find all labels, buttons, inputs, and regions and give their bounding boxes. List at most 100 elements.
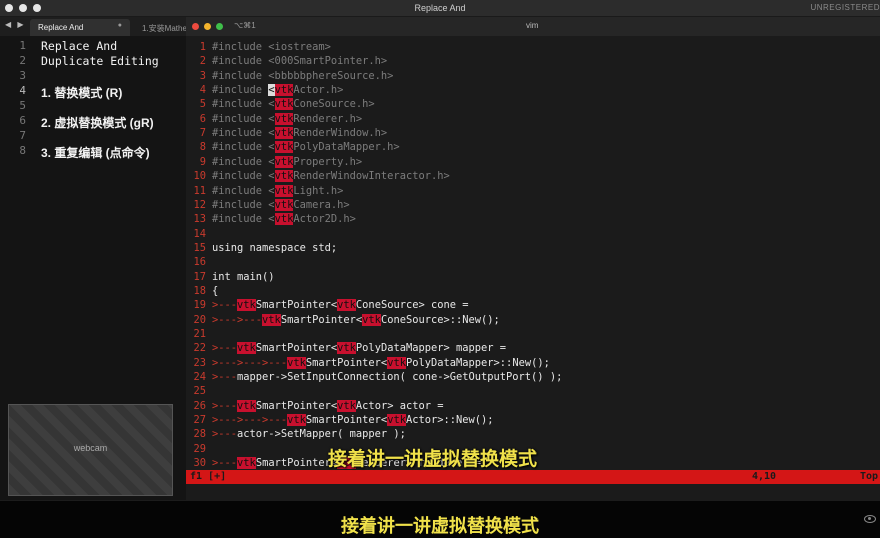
tab-replace-and[interactable]: Replace And ● [30, 19, 130, 36]
search-highlight: vtk [337, 342, 356, 355]
search-highlight: vtk [274, 184, 294, 197]
eye-icon[interactable] [864, 515, 876, 523]
code-token: #include < [212, 112, 275, 125]
notes-line-number: 1 [19, 39, 26, 52]
search-highlight: vtk [274, 84, 294, 97]
search-highlight: vtk [274, 155, 294, 168]
search-highlight: vtk [274, 141, 294, 154]
vim-window-title: vim [526, 21, 539, 30]
vim-minimize-button[interactable] [204, 23, 211, 30]
code-line-text: #include <vtkConeSource.h> [212, 98, 375, 111]
code-line-number: 19 [193, 299, 206, 312]
code-token: #include < [212, 213, 275, 226]
code-token: SmartPointer< [305, 356, 388, 369]
code-line: 18 { [186, 285, 880, 299]
code-line-text: using namespace std; [212, 242, 337, 254]
notes-line: 3 [0, 69, 186, 84]
vim-close-button[interactable] [192, 23, 199, 30]
code-line-number: 7 [199, 127, 206, 140]
search-highlight: vtk [262, 313, 281, 326]
tab-label: Replace And [38, 23, 84, 32]
vim-shortcut-label: ⌥⌘1 [234, 21, 256, 30]
code-line: 25 [186, 385, 880, 399]
code-token: Renderer.h> [293, 112, 363, 125]
vim-editor[interactable]: 30 >---vtkSmartPointer<vtkRenderer> rende… [186, 36, 880, 500]
code-token: #include [212, 84, 269, 97]
code-line-number: 6 [199, 112, 206, 125]
code-token: { [212, 284, 219, 297]
code-line-number: 26 [193, 399, 206, 412]
video-subtitle-bar: 接着讲一讲虚拟替换模式 [0, 500, 880, 538]
tab-install-mathematica[interactable]: 1.安装Mathe [134, 19, 186, 36]
code-line-text: #include <vtkPolyDataMapper.h> [212, 141, 400, 154]
code-token: int main() [212, 270, 275, 283]
code-token: Actor> actor = [355, 399, 444, 412]
code-token: RenderWindowInteractor.h> [293, 170, 450, 183]
code-line: 28 >---actor->SetMapper( mapper ); [186, 428, 880, 442]
code-line-text: #include <vtkLight.h> [212, 184, 343, 197]
code-token: SmartPointer< [255, 457, 338, 470]
status-cursor-position: 4,10 [752, 471, 777, 482]
code-line-text: #include <000SmartPointer.h> [212, 55, 387, 67]
code-token: >--- [212, 371, 238, 384]
code-line: 16 [186, 256, 880, 270]
notes-line-number: 2 [19, 54, 26, 67]
code-line-number: 30 [193, 457, 206, 470]
code-line-number: 22 [193, 342, 206, 355]
code-line-text: #include <bbbbbphereSource.h> [212, 70, 393, 82]
code-token: #include <iostream> [212, 41, 331, 53]
notes-line-number: 6 [19, 114, 26, 127]
code-token: ConeSource> cone = [355, 299, 469, 312]
code-line-text: int main() [212, 271, 275, 283]
code-line-text: #include <vtkRenderer.h> [212, 112, 363, 125]
code-line-number: 5 [199, 98, 206, 111]
code-line: 23 >--->--->---vtkSmartPointer<vtkPolyDat… [186, 356, 880, 371]
code-token: SmartPointer< [255, 342, 338, 355]
webcam-label: webcam [73, 443, 108, 453]
search-highlight: vtk [274, 127, 294, 140]
vim-status-line: f1 [+] 4,10 Top [186, 470, 880, 484]
search-highlight: vtk [387, 414, 406, 427]
code-line: 9 #include <vtkProperty.h> [186, 155, 880, 170]
code-line: 6 #include <vtkRenderer.h> [186, 112, 880, 127]
tab-nav-arrows-icon[interactable]: ◀ ▶ [5, 20, 26, 29]
code-line-text: >---vtkSmartPointer<vtkActor> actor = [212, 399, 444, 412]
code-token: #include < [212, 198, 275, 211]
code-line-number: 9 [199, 155, 206, 168]
search-highlight: vtk [274, 213, 294, 226]
code-line-text: #include <vtkRenderWindowInteractor.h> [212, 170, 450, 183]
vim-zoom-button[interactable] [216, 23, 223, 30]
code-token: actor->SetMapper( mapper ); [237, 428, 406, 441]
code-token: Camera.h> [293, 198, 350, 211]
code-token: RenderWindow.h> [293, 127, 388, 140]
code-token: >--->--->--- [212, 414, 288, 427]
code-line: 13 #include <vtkActor2D.h> [186, 213, 880, 227]
notes-line-text: 3. 重复编辑 (点命令) [41, 146, 150, 160]
code-token: ConeSource>::New(); [380, 313, 500, 326]
code-token: >--- [212, 342, 238, 355]
code-line-number: 23 [193, 356, 206, 369]
notes-line-number: 5 [19, 99, 26, 112]
notes-line: 6 2. 虚拟替换模式 (gR) [0, 114, 186, 130]
code-line-text: #include <vtkRenderWindow.h> [212, 127, 388, 140]
code-line-text: { [212, 285, 218, 297]
code-token: Actor2D.h> [293, 213, 356, 226]
search-highlight: vtk [362, 313, 381, 326]
code-token: #include < [212, 98, 275, 111]
code-token: Actor.h> [293, 84, 344, 97]
code-token: #include < [212, 170, 275, 183]
code-token: Actor>::New(); [405, 414, 494, 427]
notes-line-number: 8 [19, 144, 26, 157]
tab-modified-dot-icon[interactable]: ● [118, 22, 122, 29]
text-cursor: < [268, 84, 275, 97]
code-token: >--- [212, 399, 238, 412]
code-line: 8 #include <vtkPolyDataMapper.h> [186, 141, 880, 155]
vim-window-controls[interactable] [192, 23, 223, 30]
code-line-number: 4 [199, 84, 206, 97]
window-titlebar: Replace And UNREGISTERED [0, 0, 880, 17]
code-line-text: >---mapper->SetInputConnection( cone->Ge… [212, 371, 562, 383]
code-line: 10 #include <vtkRenderWindowInteractor.h> [186, 170, 880, 184]
code-line: 24 >---mapper->SetInputConnection( cone->… [186, 371, 880, 385]
code-line-number: 18 [193, 284, 206, 297]
status-scroll-position: Top [859, 471, 878, 482]
